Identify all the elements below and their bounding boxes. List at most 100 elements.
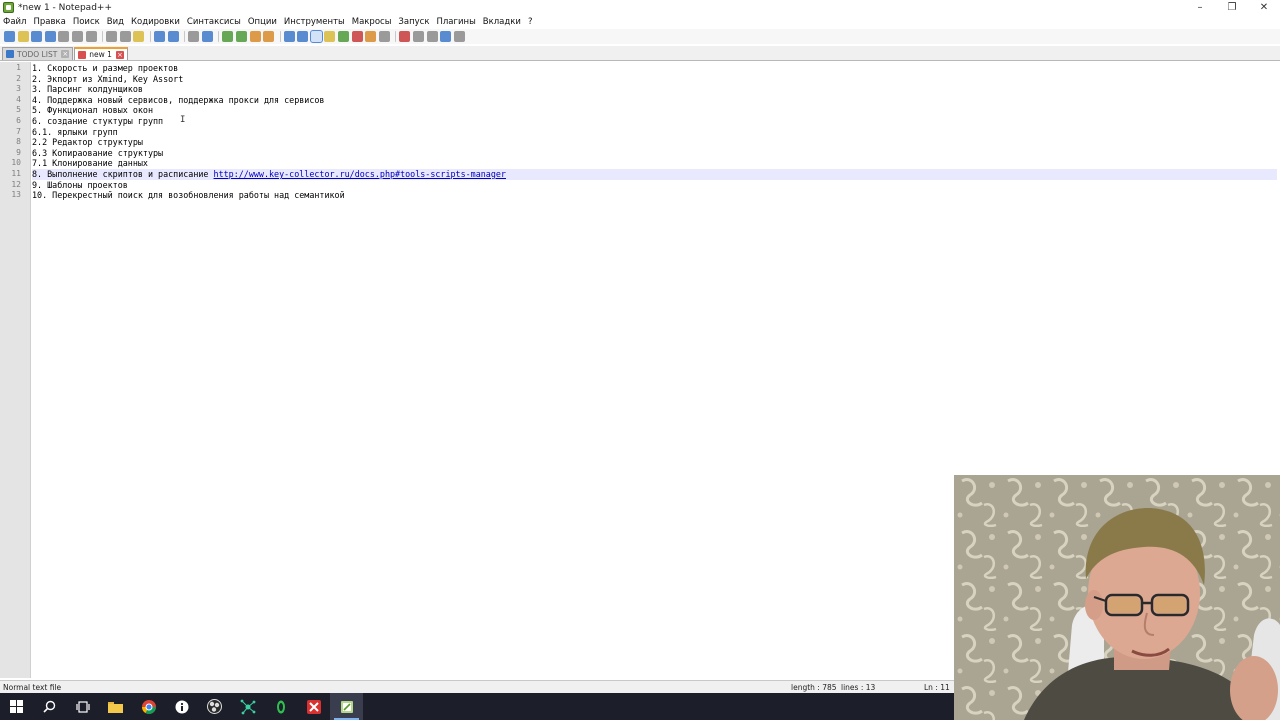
- wrap-icon[interactable]: [283, 31, 295, 42]
- line-number: 5: [16, 105, 21, 115]
- folder-workspace-icon[interactable]: [365, 31, 377, 42]
- menu-help[interactable]: ?: [528, 17, 533, 27]
- line-text: 10. Перекрестный поиск для возобновления…: [32, 190, 345, 201]
- paste-icon[interactable]: [133, 31, 145, 42]
- menu-language[interactable]: Синтаксисы: [187, 17, 241, 27]
- save-macro-icon[interactable]: [453, 31, 465, 42]
- line-number: 10: [11, 158, 21, 168]
- run-macro-multiple-icon[interactable]: [440, 31, 452, 42]
- text-line[interactable]: 4. Поддержка новый сервисов, поддержка п…: [32, 95, 1277, 106]
- all-chars-icon[interactable]: [297, 31, 309, 42]
- line-number: 7: [16, 126, 21, 136]
- close-tab-icon[interactable]: ×: [115, 50, 124, 59]
- search-icon[interactable]: [33, 693, 66, 720]
- file-explorer-icon[interactable]: [99, 693, 132, 720]
- close-icon[interactable]: [58, 31, 70, 42]
- text-line[interactable]: 8. Выполнение скриптов и расписание http…: [32, 169, 1277, 180]
- line-text: 4. Поддержка новый сервисов, поддержка п…: [32, 94, 325, 105]
- new-file-icon[interactable]: [4, 31, 15, 42]
- line-text: 5. Функционал новых окон: [32, 105, 154, 116]
- cut-icon[interactable]: [106, 31, 118, 42]
- document-length: length : 785: [791, 682, 837, 692]
- info-app-icon[interactable]: [165, 693, 198, 720]
- chrome-icon[interactable]: [132, 693, 165, 720]
- replace-icon[interactable]: [201, 31, 213, 42]
- text-line[interactable]: 9. Шаблоны проектов: [32, 180, 1277, 191]
- save-all-icon[interactable]: [44, 31, 56, 42]
- maximize-button[interactable]: ❐: [1216, 0, 1248, 15]
- menu-view[interactable]: Вид: [107, 17, 124, 27]
- udl-icon[interactable]: [324, 31, 336, 42]
- text-line[interactable]: 6.3 Копираование структуры: [32, 148, 1277, 159]
- indent-guide-icon[interactable]: [309, 30, 323, 43]
- doc-map-icon[interactable]: [338, 31, 350, 42]
- minimize-button[interactable]: –: [1184, 0, 1216, 15]
- find-icon[interactable]: [188, 31, 200, 42]
- redo-icon[interactable]: [167, 31, 179, 42]
- line-text: 9. Шаблоны проектов: [32, 179, 128, 190]
- save-icon[interactable]: [31, 31, 43, 42]
- line-text: 8. Выполнение скриптов и расписание: [32, 169, 214, 179]
- zoom-in-icon[interactable]: [222, 31, 234, 42]
- line-number: 11: [11, 169, 21, 178]
- text-line[interactable]: 5. Функционал новых окон: [32, 105, 1277, 116]
- menu-settings[interactable]: Опции: [248, 17, 277, 27]
- stop-macro-icon[interactable]: [413, 31, 425, 42]
- menu-macro[interactable]: Макросы: [352, 17, 392, 27]
- record-macro-icon[interactable]: [399, 31, 411, 42]
- sync-v-icon[interactable]: [249, 31, 261, 42]
- line-text: 3. Парсинг колдунщиков: [32, 84, 143, 95]
- line-number: 2: [16, 73, 21, 83]
- text-line[interactable]: 2.2 Редактор структуры: [32, 137, 1277, 148]
- tab-new-1[interactable]: new 1 ×: [74, 47, 128, 60]
- open-file-icon[interactable]: [17, 31, 29, 42]
- close-button[interactable]: ✕: [1248, 0, 1280, 15]
- menu-plugins[interactable]: Плагины: [436, 17, 475, 27]
- menu-encoding[interactable]: Кодировки: [131, 17, 180, 27]
- monitor-icon[interactable]: [378, 31, 390, 42]
- menu-file[interactable]: Файл: [3, 17, 26, 27]
- windows-start-icon[interactable]: [0, 693, 33, 720]
- text-line[interactable]: 1. Скорость и размер проектов: [32, 63, 1277, 74]
- text-line[interactable]: 7.1 Клонирование данных: [32, 158, 1277, 169]
- copy-icon[interactable]: [119, 31, 131, 42]
- text-line[interactable]: 2. Экпорт из Xmind, Key Assort: [32, 74, 1277, 85]
- zoom-out-icon[interactable]: [235, 31, 247, 42]
- green-app-icon[interactable]: [264, 693, 297, 720]
- menu-run[interactable]: Запуск: [398, 17, 429, 27]
- hyperlink[interactable]: http://www.key-collector.ru/docs.php#too…: [214, 169, 506, 179]
- window-title: *new 1 - Notepad++: [18, 2, 112, 13]
- menu-edit[interactable]: Правка: [33, 17, 65, 27]
- toolbar-separator: [279, 31, 281, 42]
- menu-bar: Файл Правка Поиск Вид Кодировки Синтакси…: [0, 16, 1280, 28]
- notepadpp-icon[interactable]: [330, 693, 363, 720]
- undo-icon[interactable]: [153, 31, 165, 42]
- line-number: 13: [11, 190, 21, 200]
- task-view-icon[interactable]: [66, 693, 99, 720]
- tab-todo-list[interactable]: TODO LIST ×: [2, 47, 74, 60]
- menu-tools[interactable]: Инструменты: [284, 17, 345, 27]
- text-line[interactable]: 10. Перекрестный поиск для возобновления…: [32, 190, 1277, 201]
- function-list-icon[interactable]: [351, 31, 363, 42]
- file-type: Normal text file: [3, 682, 62, 692]
- webcam-person-image: [954, 475, 1280, 720]
- line-text: 7.1 Клонирование данных: [32, 158, 148, 169]
- play-macro-icon[interactable]: [426, 31, 438, 42]
- text-line[interactable]: 6.1. ярлыки групп: [32, 127, 1277, 138]
- obs-icon[interactable]: [198, 693, 231, 720]
- close-tab-icon[interactable]: ×: [61, 50, 70, 58]
- tab-label: TODO LIST: [17, 49, 58, 59]
- notepadpp-app-icon: [3, 2, 14, 13]
- line-number: 8: [16, 137, 21, 147]
- text-line[interactable]: 3. Парсинг колдунщиков: [32, 84, 1277, 95]
- saved-file-icon: [6, 50, 14, 58]
- sync-h-icon[interactable]: [263, 31, 275, 42]
- red-app-icon[interactable]: [297, 693, 330, 720]
- network-app-icon[interactable]: [231, 693, 264, 720]
- menu-window[interactable]: Вкладки: [483, 17, 521, 27]
- print-icon[interactable]: [85, 31, 97, 42]
- text-line[interactable]: 6. создание стуктуры групп: [32, 116, 1277, 127]
- menu-search[interactable]: Поиск: [73, 17, 100, 27]
- close-all-icon[interactable]: [71, 31, 83, 42]
- toolbar-separator: [218, 31, 220, 42]
